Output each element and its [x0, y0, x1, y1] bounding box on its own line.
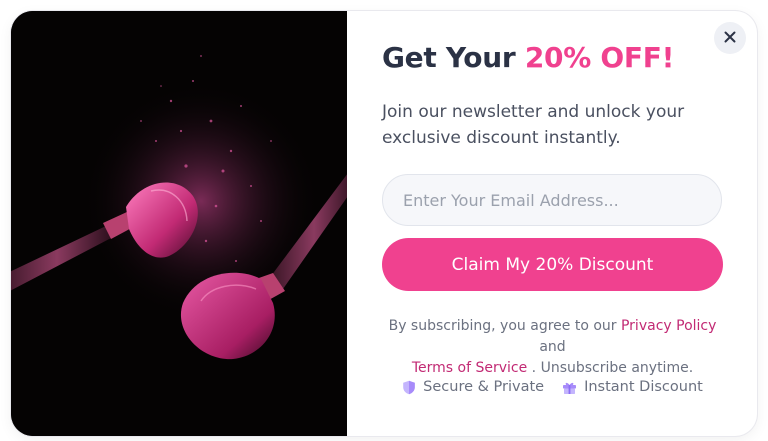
terms-text-1: By subscribing, you agree to our	[388, 318, 621, 334]
terms-text: By subscribing, you agree to our Privacy…	[382, 316, 723, 379]
headline-discount: 20% OFF!	[524, 41, 675, 74]
terms-text-3: . Unsubscribe anytime.	[527, 360, 694, 376]
shield-icon	[402, 380, 416, 395]
popup-content: Get Your 20% OFF! Join our newsletter an…	[382, 11, 727, 436]
email-input[interactable]	[382, 174, 722, 226]
makeup-brushes-image	[11, 11, 347, 436]
claim-discount-button[interactable]: Claim My 20% Discount	[382, 238, 723, 291]
close-icon	[724, 31, 736, 46]
feature-label: Secure & Private	[423, 379, 545, 395]
feature-label: Instant Discount	[584, 379, 703, 395]
feature-list: Secure & Private Instant Discount	[382, 379, 723, 395]
terms-text-2: and	[539, 339, 566, 355]
newsletter-popup: Get Your 20% OFF! Join our newsletter an…	[11, 11, 757, 436]
close-button[interactable]	[714, 22, 746, 54]
feature-secure: Secure & Private	[402, 379, 544, 395]
feature-instant-discount: Instant Discount	[562, 379, 703, 395]
terms-of-service-link[interactable]: Terms of Service	[412, 360, 527, 376]
headline: Get Your 20% OFF!	[382, 41, 674, 74]
subtitle: Join our newsletter and unlock your excl…	[382, 102, 685, 148]
headline-prefix: Get Your	[382, 41, 525, 74]
privacy-policy-link[interactable]: Privacy Policy	[621, 318, 716, 334]
gift-icon	[562, 380, 577, 395]
